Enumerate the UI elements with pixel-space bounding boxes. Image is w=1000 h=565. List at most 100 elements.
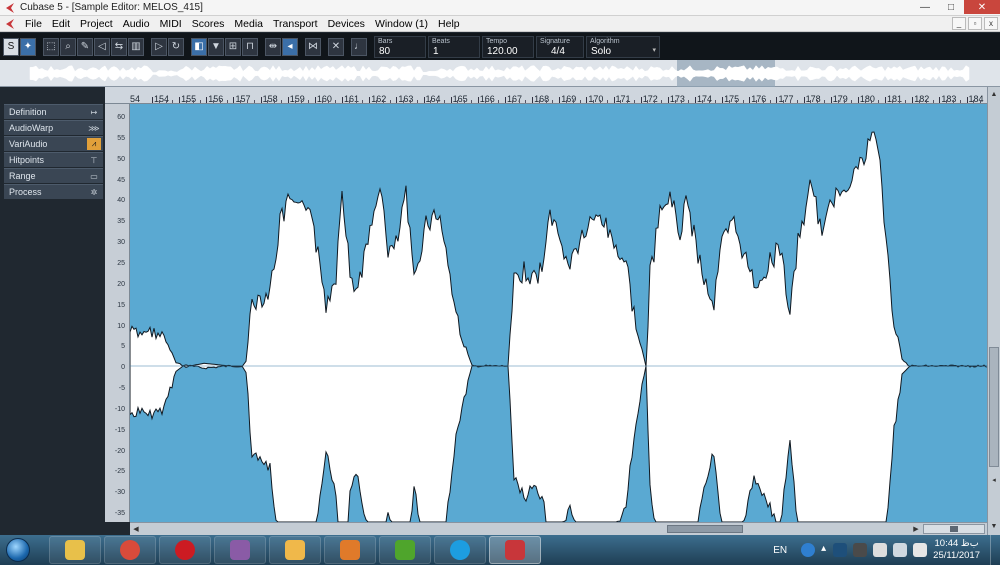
- inspector-process[interactable]: Process ✲: [4, 184, 103, 199]
- ruler-minor-tick: [925, 100, 927, 103]
- taskbar-chrome-button[interactable]: [104, 536, 156, 564]
- bar-ruler[interactable]: 54 154 155 156 157 158 159 160 161 162 163 164 165 1…: [105, 87, 1000, 104]
- ruler-label-first: 54: [130, 94, 141, 104]
- menu-transport[interactable]: Transport: [268, 18, 323, 30]
- menu-project[interactable]: Project: [75, 18, 118, 30]
- horizontal-zoom-slider[interactable]: [923, 524, 985, 534]
- action-center-flag-icon[interactable]: [873, 543, 888, 557]
- ruler-minor-tick: [328, 100, 330, 103]
- tray-security-icon[interactable]: [853, 543, 868, 557]
- doc-restore-button[interactable]: ▫: [968, 17, 982, 30]
- taskbar-opera-button[interactable]: [159, 536, 211, 564]
- scrub-tool-icon[interactable]: ⇆: [111, 37, 127, 56]
- hitpoint-split-icon[interactable]: ⋈: [305, 37, 321, 56]
- menu-midi[interactable]: MIDI: [155, 18, 187, 30]
- help-icon[interactable]: [801, 543, 816, 557]
- skype-icon: [450, 540, 470, 560]
- signature-field[interactable]: Signature 4/4: [536, 35, 584, 58]
- ruler-bar-label: 175: [724, 94, 740, 104]
- menu-audio[interactable]: Audio: [118, 18, 155, 30]
- note-icon[interactable]: ♩: [351, 37, 367, 56]
- inspector-variaudio[interactable]: VariAudio ⩘: [4, 136, 103, 151]
- autoscroll-icon[interactable]: ✦: [20, 37, 36, 56]
- ruler-minor-tick: [321, 100, 323, 103]
- menu-edit[interactable]: Edit: [47, 18, 75, 30]
- close-button[interactable]: ✕: [964, 0, 1000, 14]
- nudge-icon[interactable]: ◂: [282, 37, 298, 56]
- bars-field[interactable]: Bars 80: [374, 35, 426, 58]
- vertical-scroll-thumb[interactable]: [989, 347, 999, 467]
- ruler-bar-label: 180: [859, 94, 875, 104]
- mute-tool-icon[interactable]: ✕: [328, 37, 344, 56]
- loop-icon[interactable]: ↻: [168, 37, 184, 56]
- draw-tool-icon[interactable]: ✎: [77, 37, 93, 56]
- ruler-minor-tick: [253, 100, 255, 103]
- taskbar-mail-button[interactable]: [269, 536, 321, 564]
- taskbar-utorrent-button[interactable]: [379, 536, 431, 564]
- ruler-minor-tick: [280, 100, 282, 103]
- play-button-icon[interactable]: ▷: [151, 37, 167, 56]
- zoom-slider-handle[interactable]: [950, 526, 958, 532]
- doc-minimize-button[interactable]: _: [952, 17, 966, 30]
- ruler-minor-tick: [973, 100, 975, 103]
- language-indicator[interactable]: EN: [773, 545, 787, 556]
- network-icon[interactable]: [893, 543, 908, 557]
- musical-mode-icon[interactable]: ⇹: [265, 37, 281, 56]
- system-clock[interactable]: 10:44 ﺏﻅ 25/11/2017: [933, 538, 980, 562]
- menu-scores[interactable]: Scores: [187, 18, 230, 30]
- menu-media[interactable]: Media: [229, 18, 268, 30]
- waveform-display[interactable]: [130, 104, 987, 522]
- inspector-hitpoints[interactable]: Hitpoints ⊤: [4, 152, 103, 167]
- time-warp-tool-icon[interactable]: ▥: [128, 37, 144, 56]
- ruler-bar-label: 169: [561, 94, 577, 104]
- scroll-up-icon[interactable]: ▲: [989, 89, 999, 99]
- zoom-out-icon[interactable]: ◂: [989, 475, 999, 485]
- doc-close-button[interactable]: x: [984, 17, 998, 30]
- tempo-field[interactable]: Tempo 120.00: [482, 35, 534, 58]
- vertical-scrollbar[interactable]: ▲ ◂ ▼: [987, 87, 1000, 535]
- inspector-audiowarp[interactable]: AudioWarp ⋙: [4, 120, 103, 135]
- taskbar-winrar-button[interactable]: [214, 536, 266, 564]
- ruler-minor-tick: [762, 100, 764, 103]
- horizontal-scroll-thumb[interactable]: [667, 525, 743, 533]
- show-event-icon[interactable]: ◧: [191, 37, 207, 56]
- tray-expand-icon[interactable]: ▴: [821, 543, 827, 557]
- snap-icon[interactable]: ⊞: [225, 37, 241, 56]
- taskbar-media-player-button[interactable]: [324, 536, 376, 564]
- ruler-minor-tick: [864, 100, 866, 103]
- solo-button[interactable]: S: [3, 37, 19, 56]
- taskbar-skype-button[interactable]: [434, 536, 486, 564]
- utorrent-icon: [395, 540, 415, 560]
- ruler-bar-label: 154: [154, 94, 170, 104]
- show-region-icon[interactable]: ▼: [208, 37, 224, 56]
- algorithm-select[interactable]: Algorithm Solo ▾: [586, 35, 660, 58]
- minimize-button[interactable]: —: [912, 0, 938, 14]
- taskbar-cubase-button[interactable]: [489, 536, 541, 564]
- bars-value: 80: [379, 45, 391, 57]
- inspector-range[interactable]: Range ▭: [4, 168, 103, 183]
- maximize-button[interactable]: □: [938, 0, 964, 14]
- start-button[interactable]: [0, 535, 36, 565]
- horizontal-scrollbar[interactable]: ◀ ▶: [130, 522, 987, 535]
- menu-file[interactable]: File: [20, 18, 47, 30]
- zoom-tool-icon[interactable]: ⌕: [60, 37, 76, 56]
- taskbar-explorer-button[interactable]: [49, 536, 101, 564]
- play-tool-icon[interactable]: ◁: [94, 37, 110, 56]
- menu-devices[interactable]: Devices: [323, 18, 370, 30]
- menu-help[interactable]: Help: [433, 18, 465, 30]
- show-desktop-button[interactable]: [990, 535, 1000, 565]
- scroll-down-icon[interactable]: ▼: [989, 521, 999, 531]
- menu-window[interactable]: Window (1): [370, 18, 433, 30]
- waveform-overview[interactable]: [0, 60, 1000, 87]
- volume-icon[interactable]: [913, 543, 928, 557]
- tray-app-icon[interactable]: [833, 543, 848, 557]
- range-select-tool-icon[interactable]: ⬚: [43, 37, 59, 56]
- inspector-definition[interactable]: Definition ↦: [4, 104, 103, 119]
- snap-zero-icon[interactable]: ⊓: [242, 37, 258, 56]
- scroll-left-icon[interactable]: ◀: [131, 524, 141, 534]
- cubase-menu-icon[interactable]: [4, 18, 16, 30]
- scroll-right-icon[interactable]: ▶: [911, 524, 921, 534]
- beats-field[interactable]: Beats 1: [428, 35, 480, 58]
- ruler-tick: [423, 97, 425, 103]
- ruler-minor-tick: [267, 100, 269, 103]
